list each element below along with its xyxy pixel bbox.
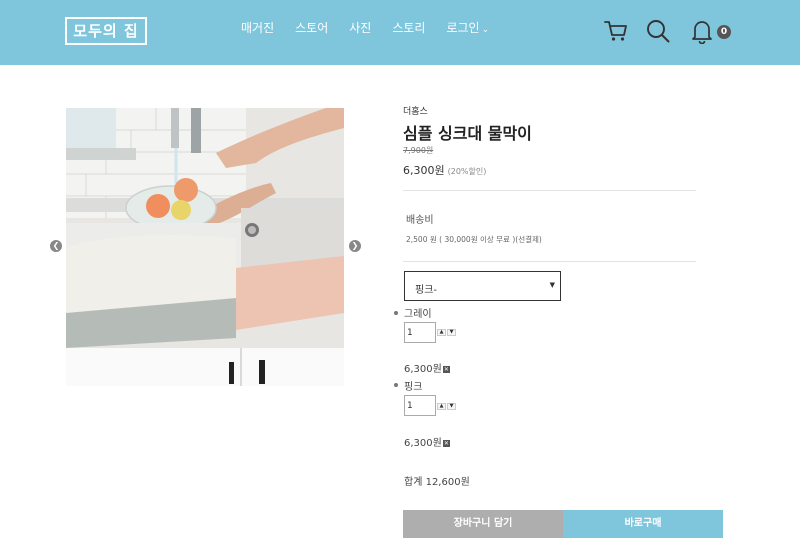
order-total: 합계 12,600원: [404, 477, 470, 488]
bell-icon[interactable]: [689, 18, 715, 44]
option-select-value: 핑크-: [415, 285, 438, 296]
nav-store[interactable]: 스토어: [295, 19, 328, 37]
site-header: 모두의 집 매거진 스토어 사진 스토리 로그인 ⌄ 0: [0, 0, 800, 65]
gallery-next-button[interactable]: ❯: [349, 240, 361, 252]
shipping-info: 2,500 원 ( 30,000원 이상 무료 )(선결제): [406, 235, 542, 244]
option-select[interactable]: 핑크- ▼: [404, 271, 561, 301]
gallery-prev-button[interactable]: ❮: [50, 240, 62, 252]
sale-price-row: 6,300원 (20%할인): [403, 162, 486, 178]
buy-now-button[interactable]: 바로구매: [563, 510, 723, 538]
chevron-left-icon: ❮: [52, 241, 60, 250]
product-image: [66, 108, 344, 386]
option-price-row: 6,300원 ✕: [404, 360, 450, 375]
list-bullet: [394, 311, 398, 315]
product-brand[interactable]: 더홈스: [403, 104, 428, 117]
option-price: 6,300원: [404, 438, 442, 449]
divider: [403, 261, 696, 262]
chevron-right-icon: ❯: [351, 241, 359, 250]
nav-story[interactable]: 스토리: [392, 19, 425, 37]
list-bullet: [394, 383, 398, 387]
nav-magazine[interactable]: 매거진: [241, 19, 274, 37]
notification-badge: 0: [717, 25, 731, 39]
quantity-decrease-button[interactable]: ▼: [447, 329, 456, 336]
quantity-input[interactable]: 1: [404, 322, 436, 343]
sale-price: 6,300원: [403, 164, 445, 177]
shipping-label: 배송비: [406, 215, 434, 226]
main-nav: 매거진 스토어 사진 스토리 로그인 ⌄: [241, 19, 489, 37]
nav-login[interactable]: 로그인 ⌄: [446, 19, 489, 37]
option-name: 그레이: [404, 309, 432, 320]
caret-down-icon: ▼: [549, 281, 555, 289]
search-icon[interactable]: [645, 18, 671, 44]
quantity-increase-button[interactable]: ▲: [437, 329, 446, 336]
quantity-decrease-button[interactable]: ▼: [447, 403, 456, 410]
quantity-input[interactable]: 1: [404, 395, 436, 416]
original-price: 7,900원: [403, 146, 434, 155]
site-logo[interactable]: 모두의 집: [65, 17, 147, 45]
add-to-cart-button[interactable]: 장바구니 담기: [403, 510, 563, 538]
divider: [403, 190, 696, 191]
option-name: 핑크: [404, 382, 423, 393]
chevron-down-icon: ⌄: [481, 25, 490, 35]
remove-option-icon[interactable]: ✕: [442, 365, 450, 373]
cart-icon[interactable]: [603, 18, 629, 44]
quantity-increase-button[interactable]: ▲: [437, 403, 446, 410]
nav-photo[interactable]: 사진: [349, 19, 371, 37]
product-title: 심플 싱크대 물막이: [403, 124, 532, 143]
sink-rack-photo: [66, 108, 344, 386]
option-price: 6,300원: [404, 364, 442, 375]
remove-option-icon[interactable]: ✕: [442, 439, 450, 447]
discount-rate: (20%할인): [447, 167, 487, 176]
option-price-row: 6,300원 ✕: [404, 434, 450, 449]
nav-login-label: 로그인: [446, 21, 480, 35]
